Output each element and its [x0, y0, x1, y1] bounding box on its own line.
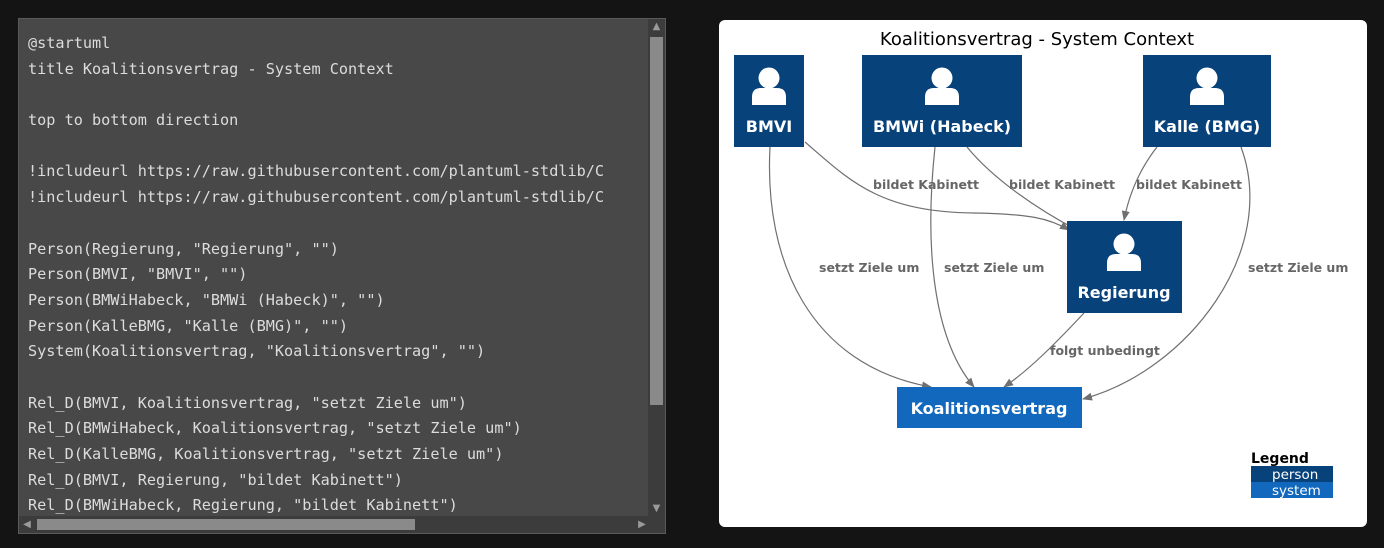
code-line[interactable]: Rel_D(BMWiHabeck, Koalitionsvertrag, "se… — [28, 416, 604, 442]
code-line[interactable]: Rel_D(KalleBMG, Koalitionsvertrag, "setz… — [28, 442, 604, 468]
code-line[interactable]: title Koalitionsvertrag - System Context — [28, 57, 604, 83]
edge-label-bmvi-koalitionsvertrag: setzt Ziele um — [819, 260, 919, 275]
code-line[interactable]: System(Koalitionsvertrag, "Koalitionsver… — [28, 339, 604, 365]
scroll-down-icon[interactable]: ▼ — [648, 501, 665, 517]
node-bmwi: BMWi (Habeck) — [862, 55, 1022, 147]
code-line[interactable]: Person(BMVI, "BMVI", "") — [28, 262, 604, 288]
legend-title: Legend — [1251, 451, 1309, 467]
code-line[interactable] — [28, 134, 604, 160]
edge-label-kalle-regierung: bildet Kabinett — [1136, 177, 1242, 192]
code-line[interactable]: Rel_D(BMVI, Regierung, "bildet Kabinett"… — [28, 468, 604, 494]
node-label-koalitionsvertrag: Koalitionsvertrag — [911, 399, 1068, 418]
code-line[interactable]: top to bottom direction — [28, 108, 604, 134]
scroll-left-icon[interactable]: ◀ — [19, 516, 35, 533]
code-editor[interactable]: @startuml title Koalitionsvertrag - Syste… — [18, 18, 666, 534]
legend-system-label: system — [1272, 483, 1321, 499]
node-regierung: Regierung — [1067, 221, 1182, 313]
node-koalitionsvertrag: Koalitionsvertrag — [897, 387, 1082, 428]
edge-label-bmwi-regierung: bildet Kabinett — [1009, 177, 1115, 192]
edge-label-bmvi-regierung: bildet Kabinett — [873, 177, 979, 192]
code-line[interactable]: Rel_D(BMVI, Koalitionsvertrag, "setzt Zi… — [28, 391, 604, 417]
legend: Legend person system — [1251, 451, 1333, 499]
diagram-title: Koalitionsvertrag - System Context — [880, 29, 1194, 50]
edge-label-bmwi-koalitionsvertrag: setzt Ziele um — [944, 260, 1044, 275]
node-label-kalle: Kalle (BMG) — [1154, 117, 1260, 136]
horizontal-scrollbar[interactable]: ◀ ▶ — [19, 516, 650, 533]
node-bmvi: BMVI — [734, 55, 804, 147]
edge-label-kalle-koalitionsvertrag: setzt Ziele um — [1248, 260, 1348, 275]
code-line[interactable]: !includeurl https://raw.githubuserconten… — [28, 159, 604, 185]
c4-diagram: Koalitionsvertrag - System Context setzt… — [734, 29, 1348, 499]
scrollbar-corner — [648, 516, 665, 533]
code-line[interactable] — [28, 211, 604, 237]
code-text[interactable]: @startuml title Koalitionsvertrag - Syste… — [28, 31, 604, 519]
code-line[interactable] — [28, 365, 604, 391]
vertical-scrollbar[interactable]: ▲ ▼ — [648, 19, 665, 517]
code-line[interactable]: Person(KalleBMG, "Kalle (BMG)", "") — [28, 314, 604, 340]
code-line[interactable]: !includeurl https://raw.githubuserconten… — [28, 185, 604, 211]
node-label-regierung: Regierung — [1077, 283, 1170, 302]
node-label-bmwi: BMWi (Habeck) — [873, 117, 1011, 136]
legend-person-label: person — [1272, 467, 1318, 483]
horizontal-scroll-thumb[interactable] — [37, 519, 415, 530]
code-line[interactable]: Person(Regierung, "Regierung", "") — [28, 237, 604, 263]
code-line[interactable]: Person(BMWiHabeck, "BMWi (Habeck)", "") — [28, 288, 604, 314]
edge-label-regierung-koalitionsvertrag: folgt unbedingt — [1050, 343, 1160, 358]
diagram-panel: Koalitionsvertrag - System Context setzt… — [719, 20, 1367, 527]
vertical-scroll-thumb[interactable] — [650, 37, 663, 405]
code-line[interactable]: @startuml — [28, 31, 604, 57]
node-label-bmvi: BMVI — [746, 117, 792, 136]
scroll-up-icon[interactable]: ▲ — [648, 19, 665, 35]
code-line[interactable] — [28, 82, 604, 108]
node-kalle: Kalle (BMG) — [1143, 55, 1271, 147]
